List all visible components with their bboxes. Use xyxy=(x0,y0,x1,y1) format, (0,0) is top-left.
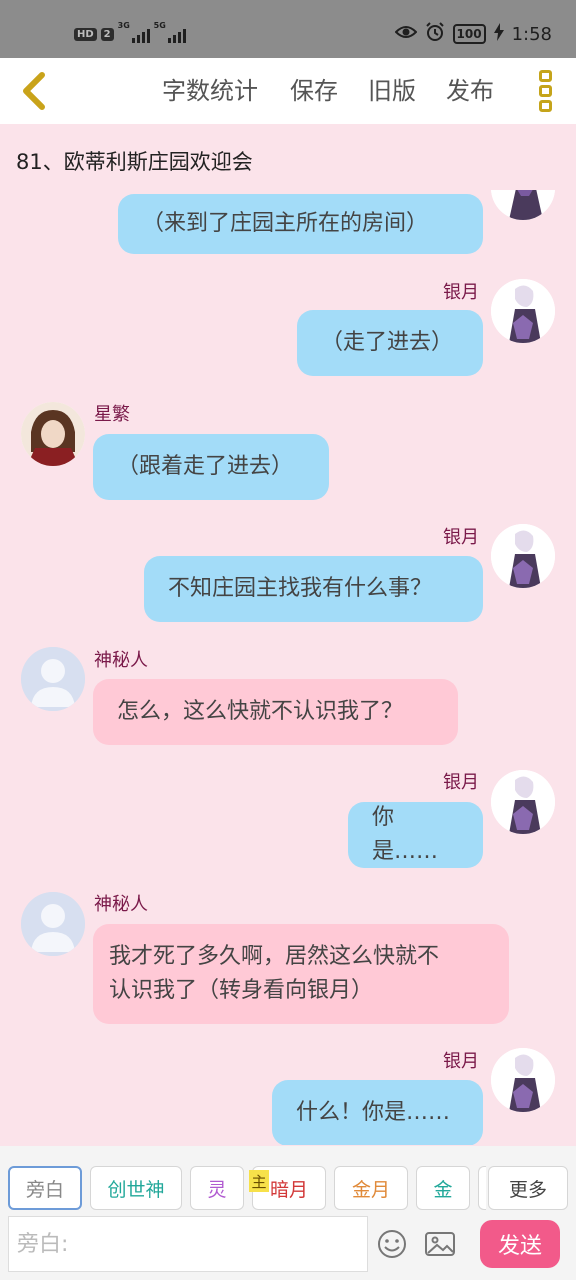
message-bubble[interactable]: 怎么，这么快就不认识我了？ xyxy=(93,679,458,745)
role-label: 暗月 xyxy=(269,1178,308,1201)
chapter-title: 81、欧蒂利斯庄园欢迎会 xyxy=(16,150,253,174)
network-type-label: 5G xyxy=(153,21,166,30)
vertical-dots-icon xyxy=(538,70,552,82)
role-chip-ling[interactable]: 灵 xyxy=(190,1166,244,1210)
alarm-icon xyxy=(425,21,445,47)
word-count-button[interactable]: 字数统计 xyxy=(162,74,258,108)
message-bubble[interactable]: 不知庄园主找我有什么事？ xyxy=(144,556,483,622)
speaker-name: 银月 xyxy=(443,282,479,303)
old-version-button[interactable]: 旧版 xyxy=(368,74,416,108)
publish-button[interactable]: 发布 xyxy=(446,74,494,108)
more-roles-button[interactable]: 更多 xyxy=(488,1166,568,1210)
avatar-silver-moon[interactable] xyxy=(491,1048,555,1112)
role-label: 灵 xyxy=(207,1178,227,1201)
message-line: 我才死了多久啊，居然这么快就不 xyxy=(109,944,440,969)
message-bubble[interactable]: （来到了庄园主所在的房间） xyxy=(118,194,483,254)
message-bubble[interactable]: 我才死了多久啊，居然这么快就不 认识我了（转身看向银月） xyxy=(93,924,509,1024)
battery-icon: 100 xyxy=(452,24,486,44)
hd-indicator: HD xyxy=(74,27,97,41)
speaker-name: 神秘人 xyxy=(94,650,148,671)
input-panel: 旁白 创世神 灵 暗月 主 金月 金 更多 旁白: 发送 xyxy=(0,1146,576,1280)
role-chip-creator-god[interactable]: 创世神 xyxy=(90,1166,182,1210)
emoji-icon xyxy=(378,1230,406,1258)
editor-toolbar: 字数统计 保存 旧版 发布 xyxy=(0,58,576,124)
clock: 1:58 xyxy=(511,23,552,45)
speaker-name: 银月 xyxy=(443,772,479,793)
chat-list: （来到了庄园主所在的房间） 银月 （走了进去） 星繁 （跟着走了进去） 银月 不… xyxy=(0,190,576,1145)
main-role-badge: 主 xyxy=(249,1170,269,1192)
message-bubble[interactable]: （跟着走了进去） xyxy=(93,434,329,500)
avatar-silver-moon[interactable] xyxy=(491,770,555,834)
network-type-label: 3G xyxy=(117,21,130,30)
chevron-left-icon xyxy=(23,72,45,110)
role-chip-gold-moon[interactable]: 金月 xyxy=(334,1166,408,1210)
message-bubble[interactable]: 什么！你是…… xyxy=(272,1080,483,1145)
emoji-button[interactable] xyxy=(376,1228,408,1260)
more-menu-button[interactable] xyxy=(530,68,560,114)
avatar-mystery-person[interactable] xyxy=(21,892,85,956)
save-button[interactable]: 保存 xyxy=(290,74,338,108)
speaker-name: 星繁 xyxy=(94,404,130,425)
message-input[interactable]: 旁白: xyxy=(8,1216,368,1272)
image-button[interactable] xyxy=(424,1228,456,1260)
avatar-xing-fan[interactable] xyxy=(21,402,85,466)
image-icon xyxy=(425,1232,455,1256)
avatar-silver-moon[interactable] xyxy=(491,279,555,343)
avatar-mystery-person[interactable] xyxy=(21,647,85,711)
signal-icon: 3G xyxy=(118,21,150,43)
avatar-silver-moon[interactable] xyxy=(491,524,555,588)
status-right: 100 1:58 xyxy=(394,20,552,48)
status-left: HD 2 3G 5G xyxy=(74,20,186,48)
speaker-name: 银月 xyxy=(443,1051,479,1072)
role-label: 更多 xyxy=(508,1178,547,1201)
avatar-silver-moon[interactable] xyxy=(491,190,555,220)
role-chip-partial[interactable] xyxy=(478,1166,486,1210)
sim-indicator: 2 xyxy=(100,27,114,41)
charging-icon xyxy=(493,22,504,46)
send-button[interactable]: 发送 xyxy=(480,1220,560,1268)
message-bubble[interactable]: （走了进去） xyxy=(297,310,483,376)
role-chip-gold[interactable]: 金 xyxy=(416,1166,470,1210)
status-bar: HD 2 3G 5G 100 1:58 xyxy=(0,0,576,58)
role-label: 旁白 xyxy=(25,1178,64,1201)
signal-icon: 5G xyxy=(154,21,186,43)
speaker-name: 神秘人 xyxy=(94,894,148,915)
role-chip-narration[interactable]: 旁白 xyxy=(8,1166,82,1210)
speaker-name: 银月 xyxy=(443,527,479,548)
message-line: 认识我了（转身看向银月） xyxy=(109,978,374,1003)
back-button[interactable] xyxy=(8,66,58,116)
role-label: 金月 xyxy=(351,1178,390,1201)
eye-icon xyxy=(394,24,417,45)
message-bubble[interactable]: 你是…… xyxy=(348,802,483,868)
role-label: 金 xyxy=(433,1178,453,1201)
role-label: 创世神 xyxy=(107,1178,165,1201)
